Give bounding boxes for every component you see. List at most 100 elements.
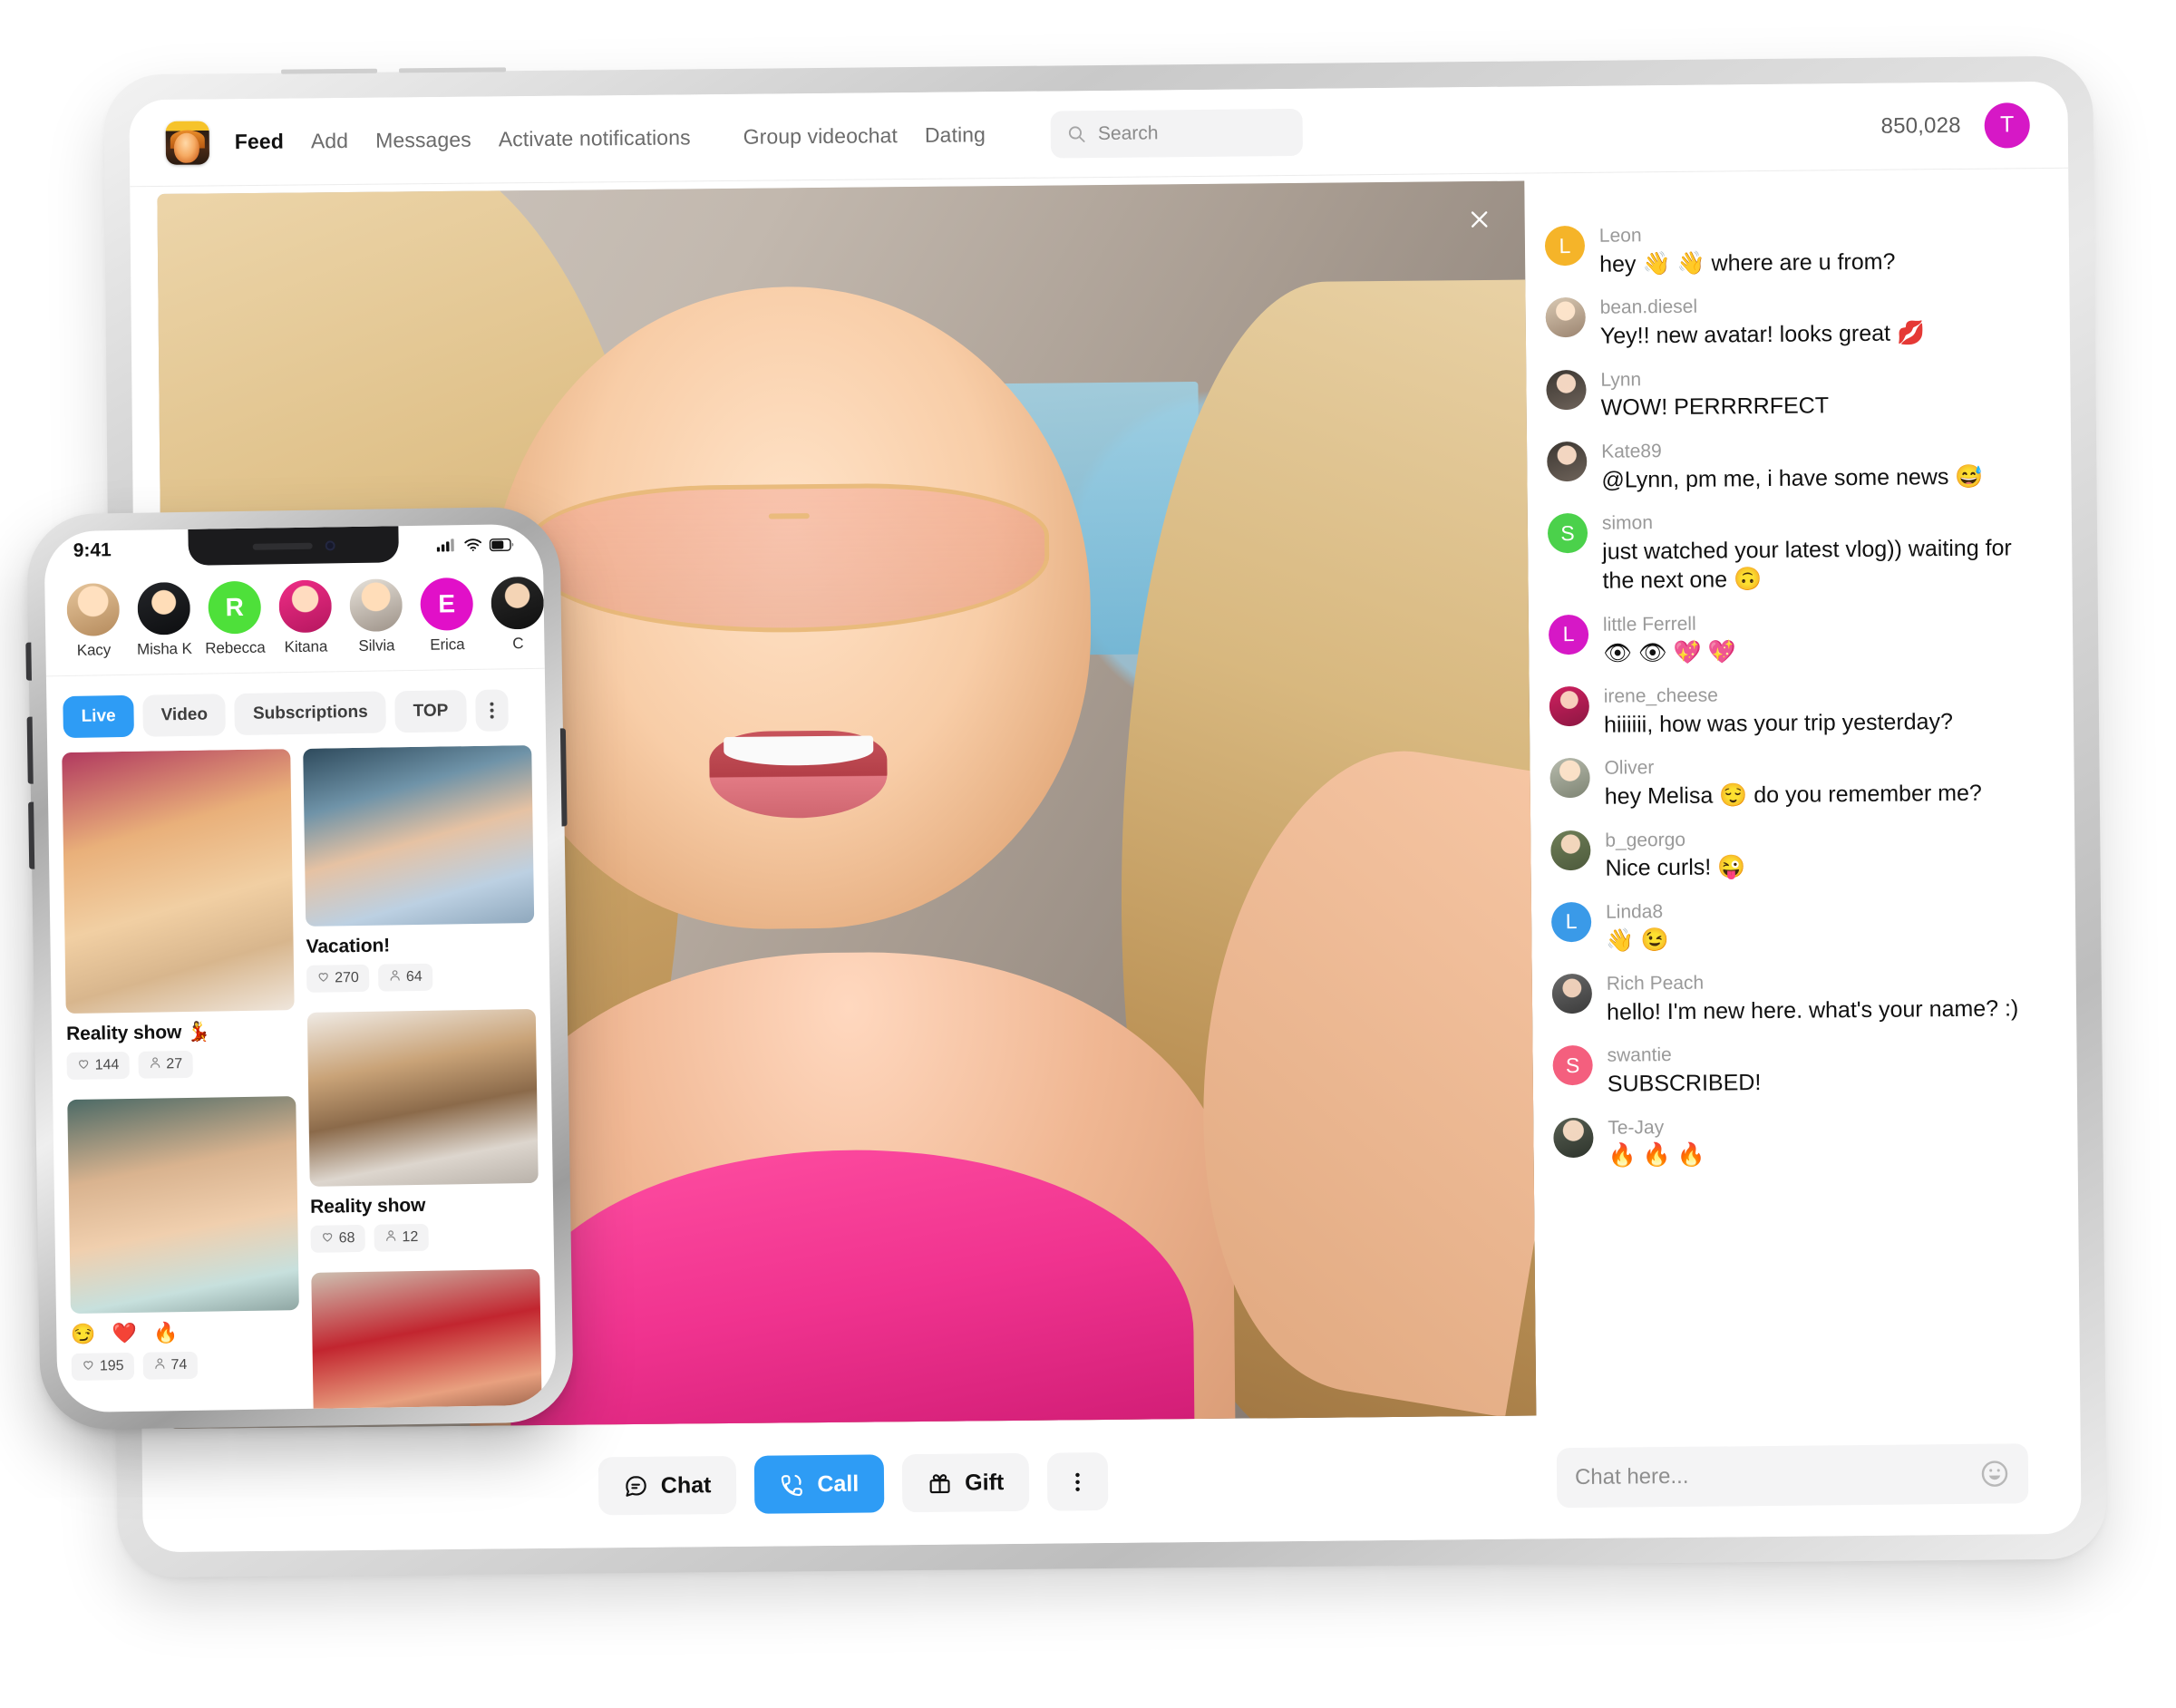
- feed-card-thumbnail[interactable]: [303, 744, 535, 927]
- feed-card-thumbnail[interactable]: [67, 1096, 299, 1315]
- nav-link-dating[interactable]: Dating: [925, 122, 986, 148]
- chat-message: Llittle Ferrell 👁 👁 💖 💖: [1548, 610, 2021, 668]
- chat-input[interactable]: [1574, 1461, 1980, 1491]
- feed-filter-more-button[interactable]: [475, 689, 509, 732]
- chat-message-author: Rich Peach: [1606, 972, 1705, 995]
- heart-icon: [82, 1358, 95, 1376]
- chat-message-avatar[interactable]: [1545, 297, 1586, 338]
- stories-row[interactable]: Kacy Misha K R Rebecca Kitana Silvia E Erica C: [44, 570, 545, 677]
- phone-volume-down-button[interactable]: [28, 801, 35, 869]
- story-avatar[interactable]: [66, 583, 120, 636]
- story-avatar[interactable]: R: [208, 580, 262, 635]
- chat-message: L Linda8 👋 😉: [1550, 898, 2024, 956]
- feed-card-thumbnail[interactable]: [62, 749, 295, 1014]
- story-item[interactable]: Misha K: [128, 582, 199, 659]
- phone-silent-switch[interactable]: [25, 642, 32, 681]
- logo-face-shape: [173, 132, 200, 163]
- feed-card[interactable]: 😏 ❤️ 🔥 195 74: [67, 1096, 300, 1393]
- search-box[interactable]: [1050, 108, 1304, 159]
- feed-card-thumbnail[interactable]: [306, 1008, 539, 1187]
- person-icon: [152, 1356, 166, 1374]
- feed-filter-label: Subscriptions: [252, 702, 368, 723]
- chat-button-label: Chat: [660, 1471, 712, 1499]
- app-logo-icon[interactable]: [165, 120, 210, 165]
- nav-link-activate-notifications[interactable]: Activate notifications: [499, 125, 691, 151]
- chat-message-avatar[interactable]: [1546, 369, 1587, 410]
- nav-right-group: 850,028 T: [1880, 102, 2030, 150]
- story-avatar[interactable]: [349, 578, 403, 632]
- chat-message-avatar[interactable]: [1549, 685, 1590, 727]
- story-avatar[interactable]: [491, 577, 544, 630]
- story-item[interactable]: Kacy: [57, 583, 129, 660]
- nav-link-group-videochat[interactable]: Group videochat: [743, 123, 898, 150]
- feed-card-stats: 270 64: [306, 962, 535, 993]
- more-vertical-icon: [490, 702, 494, 719]
- emoji-smiley-icon[interactable]: [1979, 1458, 2010, 1489]
- story-name: C: [512, 635, 524, 653]
- feed-card[interactable]: Reality show 68 12: [306, 1008, 539, 1266]
- gift-button-label: Gift: [965, 1469, 1005, 1496]
- feed-filter-subscriptions[interactable]: Subscriptions: [234, 691, 387, 736]
- phone-volume-up-button[interactable]: [26, 716, 34, 784]
- tablet-volume-button-up[interactable]: [281, 68, 378, 74]
- story-item[interactable]: Silvia: [340, 578, 412, 655]
- nav-link-messages[interactable]: Messages: [375, 128, 471, 153]
- phone-feed[interactable]: Reality show 💃 144 27 😏 ❤️ 🔥 195 74 Vacation!…: [47, 744, 556, 1413]
- chat-message-avatar[interactable]: L: [1544, 225, 1586, 267]
- chat-message: Lynn WOW! PERRRRFECT: [1546, 365, 2018, 423]
- chat-message: Te-Jay 🔥 🔥 🔥: [1553, 1113, 2025, 1171]
- call-button[interactable]: Call: [754, 1454, 885, 1514]
- chat-message-avatar[interactable]: L: [1550, 901, 1592, 943]
- chat-message-avatar[interactable]: L: [1548, 614, 1589, 655]
- feed-card[interactable]: [311, 1268, 543, 1413]
- person-icon: [384, 1228, 397, 1247]
- chat-message-avatar[interactable]: [1550, 830, 1591, 870]
- feed-card-thumbnail[interactable]: [311, 1268, 543, 1413]
- chat-message-body: Kate89 @Lynn, pm me, i have some news 😅: [1601, 437, 2019, 495]
- feed-filter-tabs[interactable]: Live Video Subscriptions TOP: [46, 685, 546, 742]
- chat-message-avatar[interactable]: [1553, 1117, 1594, 1158]
- chat-message-avatar[interactable]: [1551, 974, 1593, 1014]
- chat-button[interactable]: Chat: [597, 1455, 737, 1516]
- story-item[interactable]: Kitana: [269, 579, 341, 656]
- feed-filter-label: Live: [81, 706, 116, 726]
- story-avatar[interactable]: E: [420, 577, 474, 631]
- chat-message-list[interactable]: L Leon hey 👋 👋 where are u from? bean.diese…: [1524, 180, 2053, 1431]
- feed-filter-top[interactable]: TOP: [394, 690, 467, 733]
- close-icon[interactable]: [1462, 201, 1498, 238]
- feed-filter-video[interactable]: Video: [142, 694, 227, 737]
- coin-counter: 850,028: [1880, 112, 1961, 139]
- user-avatar[interactable]: T: [1984, 102, 2030, 149]
- chat-bubble-icon: [626, 1475, 646, 1497]
- search-input[interactable]: [1097, 121, 1287, 145]
- nav-link-add[interactable]: Add: [311, 129, 348, 153]
- feed-card[interactable]: Vacation! 270 64: [303, 744, 535, 1005]
- chat-message-avatar[interactable]: [1549, 758, 1590, 799]
- more-options-button[interactable]: [1046, 1452, 1109, 1511]
- chat-message-text: hey 👋 👋 where are u from?: [1599, 248, 1896, 277]
- chat-input-box[interactable]: [1556, 1443, 2029, 1509]
- earpiece-speaker: [252, 542, 313, 550]
- story-item[interactable]: E Erica: [411, 577, 482, 655]
- chat-message-avatar[interactable]: S: [1547, 512, 1588, 554]
- gift-button[interactable]: Gift: [901, 1452, 1030, 1513]
- chat-message-avatar[interactable]: [1547, 441, 1588, 482]
- chat-message-author: bean.diesel: [1599, 296, 1698, 319]
- story-avatar[interactable]: [137, 582, 190, 636]
- viewers-count: 64: [405, 968, 423, 985]
- feed-filter-live[interactable]: Live: [63, 694, 135, 739]
- chat-message-avatar[interactable]: S: [1552, 1045, 1593, 1086]
- phone-device-frame: 9:41 Kacy Misha K R Rebecca Kitana Silvi…: [25, 510, 569, 1426]
- nav-link-feed[interactable]: Feed: [235, 130, 284, 155]
- likes-count: 68: [338, 1230, 355, 1247]
- feed-card[interactable]: Reality show 💃 144 27: [62, 749, 296, 1092]
- story-avatar[interactable]: [278, 579, 332, 633]
- story-item[interactable]: C: [481, 577, 545, 654]
- story-item[interactable]: R Rebecca: [199, 580, 270, 657]
- chat-message-author: Leon: [1598, 225, 1642, 247]
- tablet-volume-button-down[interactable]: [399, 67, 507, 73]
- chat-message-body: bean.diesel Yey!! new avatar! looks great…: [1600, 294, 2018, 352]
- viewers-stat: 12: [374, 1223, 429, 1252]
- chat-message: Rich Peach hello! I'm new here. what's yo…: [1551, 969, 2025, 1027]
- chat-message: Ssimon just watched your latest vlog)) wa…: [1547, 509, 2020, 597]
